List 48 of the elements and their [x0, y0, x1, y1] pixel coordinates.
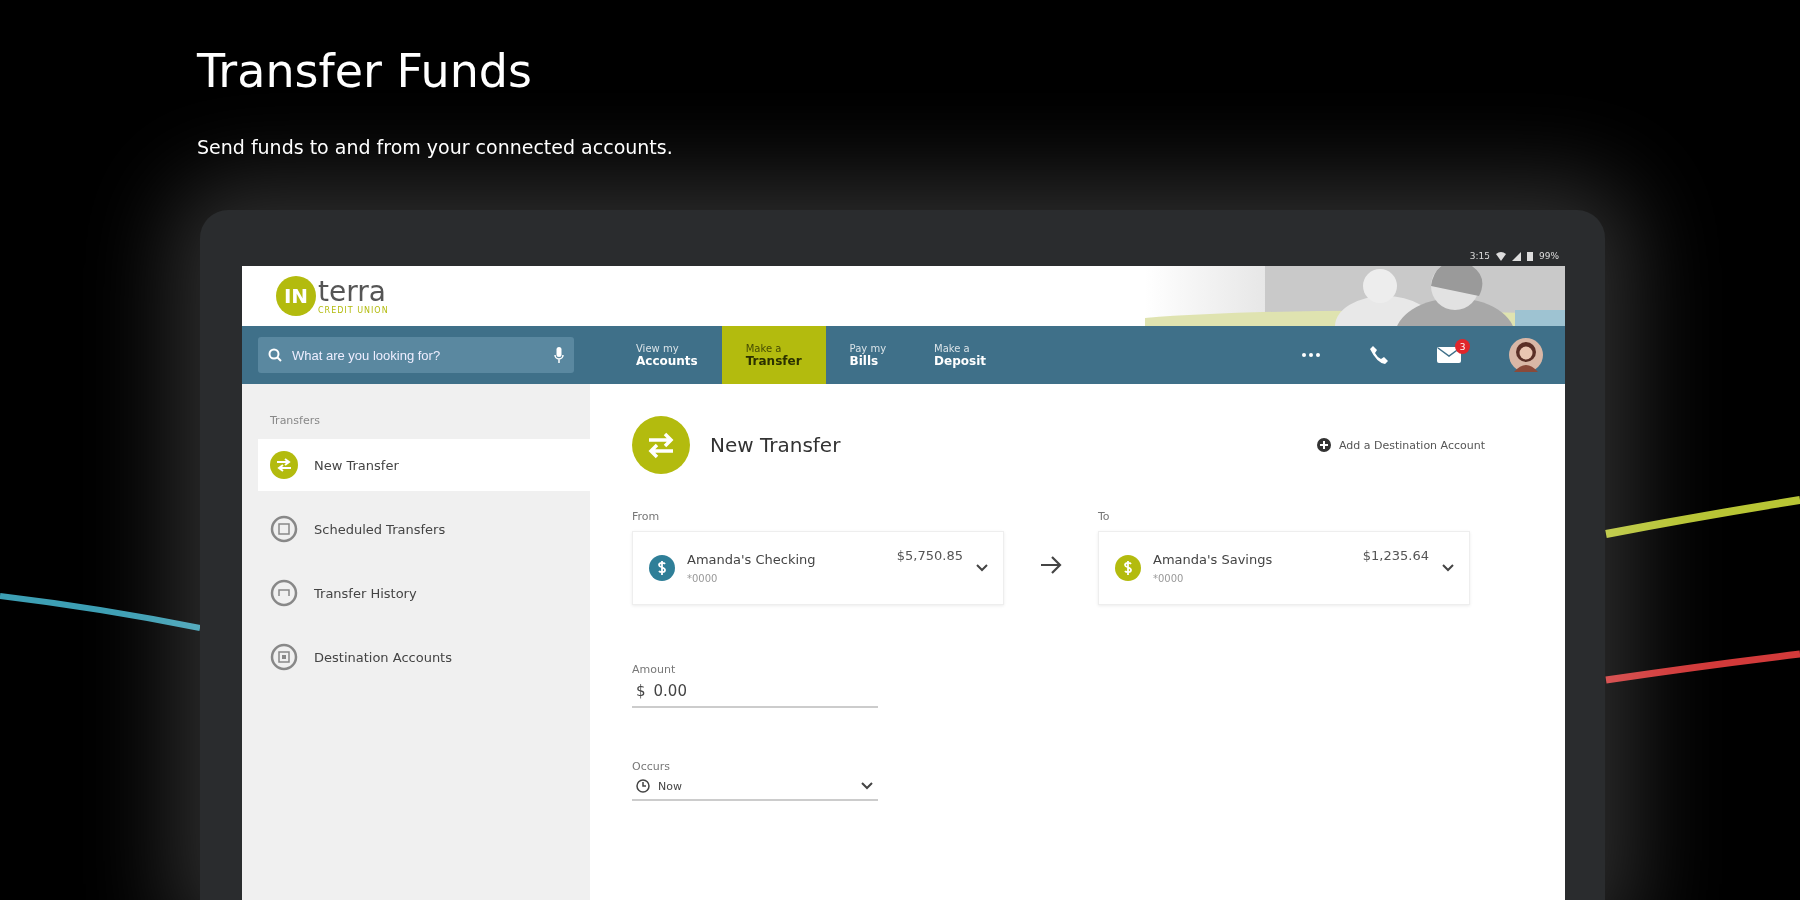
logo: IN terra CREDIT UNION [276, 276, 389, 316]
microphone-icon [554, 347, 564, 363]
search-field[interactable]: What are you looking for? [290, 346, 546, 364]
nav-tab[interactable]: Pay my Bills [825, 326, 911, 384]
sidebar-item[interactable]: Transfer History [258, 567, 590, 619]
sidebar-heading: Transfers [270, 414, 321, 427]
form-title: New Transfer [710, 433, 841, 457]
status-time: 3:15 [1469, 251, 1490, 261]
page-title: Transfer Funds [197, 44, 533, 98]
account-name: Amanda's Checking [687, 552, 817, 567]
transfer-icon [270, 451, 298, 479]
account-balance: $1,235.64 [1362, 548, 1429, 563]
page-subtitle: Send funds to and from your connected accounts. [197, 136, 674, 158]
sidebar-item[interactable]: Destination Accounts [258, 631, 590, 683]
amount-field[interactable]: Amount $ 0.00 [632, 663, 878, 708]
chevron-down-icon [1441, 563, 1455, 573]
account-select[interactable]: Amanda's Savings *0000 $1,235.64 [1098, 531, 1470, 605]
field-label: From [632, 510, 661, 523]
plus-icon [1316, 438, 1331, 452]
add-destination-link[interactable]: Add a Destination Account [1316, 438, 1485, 452]
more-icon[interactable] [1301, 352, 1321, 358]
search-bar[interactable]: What are you looking for? [258, 337, 574, 373]
signal-icon [1512, 251, 1521, 261]
mail-icon[interactable] [1437, 347, 1461, 363]
account-select[interactable]: Amanda's Checking *0000 $5,750.85 [632, 531, 1004, 605]
nav-tab[interactable]: View my Accounts [612, 326, 722, 384]
account-number: *0000 [687, 573, 719, 584]
chevron-down-icon [860, 781, 874, 791]
arrow-right-icon [1040, 555, 1062, 575]
chevron-down-icon [975, 563, 989, 573]
account-number: *0000 [1153, 573, 1185, 584]
occurs-dropdown[interactable]: Occurs Now [632, 760, 878, 801]
field-label: To [1098, 510, 1111, 523]
account-name: Amanda's Savings [1153, 552, 1274, 567]
sidebar-item[interactable]: Scheduled Transfers [258, 503, 590, 555]
nav-tab[interactable]: Make a Deposit [910, 326, 1010, 384]
avatar[interactable] [1509, 338, 1543, 372]
nav-tab[interactable]: Make a Transfer [721, 326, 826, 384]
clock-icon [636, 779, 650, 793]
battery-level: 99% [1539, 251, 1559, 261]
phone-icon[interactable] [1369, 345, 1389, 365]
battery-icon [1527, 251, 1533, 261]
account-balance: $5,750.85 [896, 548, 963, 563]
notification-badge: 3 [1455, 339, 1470, 354]
search-icon [268, 348, 282, 362]
wifi-icon [1496, 251, 1506, 261]
transfer-icon [632, 416, 690, 474]
sidebar-item[interactable]: New Transfer [258, 439, 590, 491]
